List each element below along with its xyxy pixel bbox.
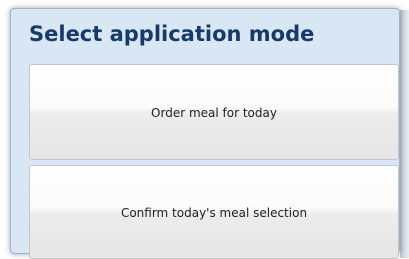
confirm-meal-selection-label: Confirm today's meal selection [120, 206, 308, 220]
mode-selection-dialog: Select application mode Order meal for t… [10, 8, 400, 259]
confirm-meal-selection-button[interactable]: Confirm today's meal selection [29, 165, 399, 259]
window-edge [400, 10, 409, 258]
dialog-title: Select application mode [29, 22, 315, 46]
order-meal-button[interactable]: Order meal for today [29, 64, 399, 160]
order-meal-label: Order meal for today [151, 106, 277, 120]
